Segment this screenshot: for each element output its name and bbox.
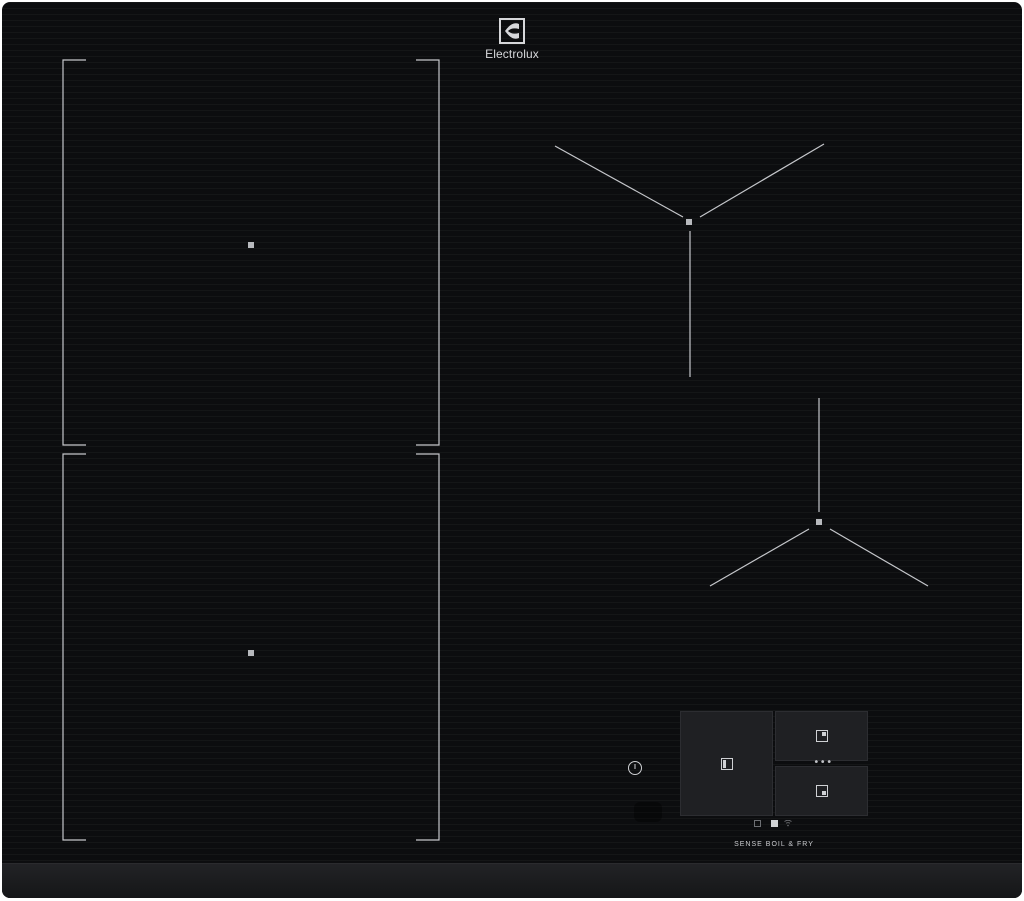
control-panel: ••• (680, 711, 870, 816)
rear-left-zone-outline-right (416, 59, 440, 446)
zone-select-bottom-right-key[interactable] (775, 766, 868, 816)
induction-hob: Electrolux ••• SENSE BOIL & FRY (2, 2, 1022, 898)
zone-select-top-right-key[interactable] (775, 711, 868, 761)
ellipsis-icon: ••• (813, 757, 833, 768)
front-right-zone-line-right (829, 528, 929, 587)
front-left-zone-outline (62, 453, 86, 841)
zone-select-left-key[interactable] (680, 711, 773, 816)
zone-center-marker (686, 219, 692, 225)
brand-name: Electrolux (485, 47, 539, 61)
front-trim (2, 863, 1022, 898)
zone-center-marker (248, 650, 254, 656)
brand-logo: Electrolux (476, 18, 548, 61)
wifi-icon (784, 814, 792, 832)
square-filled-icon (771, 814, 778, 832)
zone-center-marker (816, 519, 822, 525)
front-right-zone-line-left (709, 528, 810, 587)
pan-top-right-icon (815, 730, 828, 742)
power-icon[interactable] (627, 760, 643, 776)
pan-bottom-right-icon (815, 785, 828, 797)
zone-center-marker (248, 242, 254, 248)
pan-left-icon (720, 757, 733, 770)
rear-left-zone-outline (62, 59, 86, 446)
touch-area (634, 802, 662, 822)
front-left-zone-outline-right (416, 453, 440, 841)
electrolux-logo-icon (499, 18, 525, 44)
square-outline-icon (754, 814, 761, 832)
rear-right-zone-line-left (554, 145, 684, 218)
rear-right-zone-line-right (699, 143, 825, 218)
sense-boil-fry-label: SENSE BOIL & FRY (734, 841, 814, 848)
status-icons (754, 814, 800, 827)
